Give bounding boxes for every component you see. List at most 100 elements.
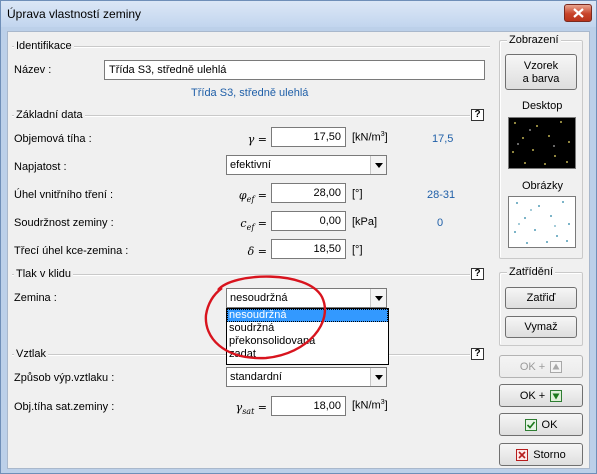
help-icon[interactable]: ? bbox=[471, 109, 484, 121]
close-button[interactable] bbox=[564, 4, 592, 22]
help-icon[interactable]: ? bbox=[471, 268, 484, 280]
window-title: Úprava vlastností zeminy bbox=[7, 7, 142, 21]
chevron-down-icon bbox=[375, 163, 383, 168]
buoyancy-method-value: standardní bbox=[230, 371, 282, 383]
saturated-weight-label: Obj.tíha sat.zeminy : bbox=[14, 401, 115, 413]
buoyancy-method-label: Způsob výp.vztlaku : bbox=[14, 372, 115, 384]
title-bar: Úprava vlastností zeminy bbox=[1, 1, 596, 27]
dialog-body: Identifikace Název : Třída S3, středně u… bbox=[7, 31, 590, 469]
soil-type-option[interactable]: zadat bbox=[227, 348, 388, 361]
equals-sign: = bbox=[257, 189, 267, 202]
section-title-tlak-v-klidu: Tlak v klidu bbox=[14, 268, 74, 280]
friction-angle-unit: [°] bbox=[352, 188, 363, 200]
cohesion-symbol: cef = bbox=[218, 217, 267, 232]
chevron-down-icon bbox=[375, 296, 383, 301]
unit-weight-unit: [kN/m3] bbox=[352, 131, 388, 144]
divider bbox=[12, 274, 470, 276]
section-title-zakladni-data: Základní data bbox=[14, 109, 85, 121]
friction-angle-label: Úhel vnitřního tření : bbox=[14, 189, 114, 201]
soil-type-option[interactable]: překonsolidovaná bbox=[227, 335, 388, 348]
friction-angle-reference[interactable]: 28-31 bbox=[427, 189, 455, 201]
soil-type-option[interactable]: soudržná bbox=[227, 322, 388, 335]
cohesion-unit: [kPa] bbox=[352, 216, 378, 228]
checkmark-icon bbox=[524, 418, 537, 431]
friction-angle-symbol: φef = bbox=[218, 189, 267, 204]
soil-type-select[interactable]: nesoudržná bbox=[226, 288, 387, 308]
soil-pattern-dark bbox=[512, 121, 570, 165]
cancel-label: Storno bbox=[533, 448, 566, 461]
soil-type-value: nesoudržná bbox=[230, 292, 288, 304]
dropdown-arrow[interactable] bbox=[370, 368, 386, 386]
desktop-label: Desktop bbox=[522, 100, 563, 112]
saturated-weight-unit: [kN/m3] bbox=[352, 399, 388, 412]
symbol-subscript: sat bbox=[242, 407, 255, 417]
arrow-up-icon bbox=[550, 360, 563, 373]
ok-add-down-label: OK + bbox=[519, 389, 546, 402]
close-icon bbox=[573, 8, 584, 18]
symbol-phi: φ bbox=[238, 189, 247, 202]
section-title-zatrideni: Zatřídění bbox=[507, 266, 556, 278]
napjatost-select[interactable]: efektivní bbox=[226, 155, 387, 175]
equals-sign: = bbox=[257, 217, 267, 230]
desktop-pattern-preview[interactable] bbox=[508, 117, 576, 169]
ok-button[interactable]: OK bbox=[499, 413, 583, 436]
images-label: Obrázky bbox=[522, 180, 563, 192]
buoyancy-method-select[interactable]: standardní bbox=[226, 367, 387, 387]
ok-add-up-button[interactable]: OK + bbox=[499, 355, 583, 378]
clear-classification-button[interactable]: Vymaž bbox=[505, 316, 577, 338]
ok-label: OK bbox=[541, 418, 558, 431]
name-suggestion-link[interactable]: Třída S3, středně ulehlá bbox=[191, 87, 308, 99]
arrow-down-icon bbox=[550, 389, 563, 402]
soil-type-dropdown-list[interactable]: nesoudržná soudržná překonsolidovaná zad… bbox=[226, 308, 389, 365]
unit-weight-input[interactable]: 17,50 bbox=[271, 127, 346, 147]
sample-color-line1: Vzorek bbox=[523, 60, 559, 72]
symbol-delta: δ bbox=[247, 245, 255, 258]
symbol-gamma: γ bbox=[247, 133, 255, 146]
sample-color-button[interactable]: Vzorek a barva bbox=[505, 54, 577, 90]
cancel-button[interactable]: Storno bbox=[499, 443, 583, 466]
clear-button-label: Vymaž bbox=[524, 321, 558, 333]
wall-friction-symbol: δ = bbox=[228, 245, 267, 258]
section-title-zobrazeni: Zobrazení bbox=[507, 34, 561, 46]
wall-friction-label: Třecí úhel kce-zemina : bbox=[14, 245, 129, 257]
saturated-weight-symbol: γsat = bbox=[218, 401, 267, 416]
ok-add-up-label: OK + bbox=[519, 360, 546, 373]
equals-sign: = bbox=[257, 133, 267, 146]
classify-button-label: Zatřiď bbox=[526, 292, 556, 304]
unit-bracket: ] bbox=[384, 131, 388, 144]
symbol-subscript: ef bbox=[246, 223, 255, 233]
help-icon[interactable]: ? bbox=[471, 348, 484, 360]
dialog-window: Úprava vlastností zeminy Identifikace Ná… bbox=[0, 0, 597, 474]
soil-type-option[interactable]: nesoudržná bbox=[227, 309, 388, 322]
napjatost-value: efektivní bbox=[230, 159, 271, 171]
sample-color-line2: a barva bbox=[522, 73, 560, 85]
section-title-identifikace: Identifikace bbox=[14, 40, 74, 52]
wall-friction-unit: [°] bbox=[352, 244, 363, 256]
equals-sign: = bbox=[257, 245, 267, 258]
unit-weight-label: Objemová tíha : bbox=[14, 133, 92, 145]
cancel-x-icon bbox=[516, 448, 529, 461]
soil-pattern-light bbox=[514, 201, 570, 244]
divider bbox=[12, 46, 490, 48]
saturated-weight-input[interactable]: 18,00 bbox=[271, 396, 346, 416]
images-pattern-preview[interactable] bbox=[508, 196, 576, 248]
ok-add-down-button[interactable]: OK + bbox=[499, 384, 583, 407]
chevron-down-icon bbox=[375, 375, 383, 380]
unit-weight-reference[interactable]: 17,5 bbox=[432, 133, 453, 145]
cohesion-input[interactable]: 0,00 bbox=[271, 211, 346, 231]
cohesion-label: Soudržnost zeminy : bbox=[14, 217, 114, 229]
dropdown-arrow[interactable] bbox=[370, 156, 386, 174]
soil-type-label: Zemina : bbox=[14, 292, 57, 304]
wall-friction-input[interactable]: 18,50 bbox=[271, 239, 346, 259]
napjatost-label: Napjatost : bbox=[14, 161, 67, 173]
name-label: Název : bbox=[14, 64, 52, 76]
friction-angle-input[interactable]: 28,00 bbox=[271, 183, 346, 203]
sample-color-label: Vzorek a barva bbox=[506, 60, 576, 86]
cohesion-reference[interactable]: 0 bbox=[437, 217, 443, 229]
equals-sign: = bbox=[257, 401, 267, 414]
classify-button[interactable]: Zatřiď bbox=[505, 287, 577, 309]
name-input[interactable]: Třída S3, středně ulehlá bbox=[104, 60, 485, 80]
dropdown-arrow[interactable] bbox=[370, 289, 386, 307]
unit-weight-symbol: γ = bbox=[233, 133, 267, 146]
symbol-subscript: ef bbox=[246, 195, 255, 205]
